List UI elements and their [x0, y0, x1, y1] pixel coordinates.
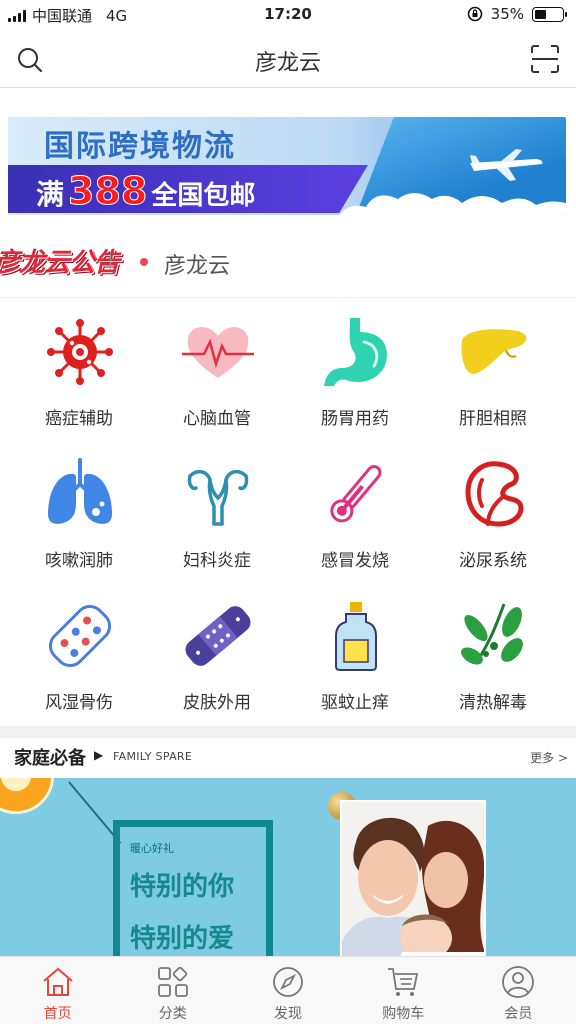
tab-discover[interactable]: 发现 [230, 957, 345, 1024]
status-bar: 中国联通 4G 17:20 35% [0, 0, 576, 30]
liver-icon [461, 329, 527, 374]
category-label: 风湿骨伤 [45, 693, 113, 713]
battery-icon [532, 6, 567, 22]
heart-icon [182, 327, 254, 378]
tab-cart[interactable]: 购物车 [346, 957, 461, 1024]
clouds-decoration [339, 193, 566, 215]
scan-icon[interactable] [530, 44, 560, 74]
stomach-icon [324, 318, 387, 386]
category-label: 心脑血管 [183, 409, 251, 429]
lungs-icon [48, 458, 112, 524]
banner-promo: 满 388 全国包邮 [36, 169, 256, 214]
home-icon [42, 967, 73, 996]
notice-separator [110, 254, 113, 270]
thermometer-icon [330, 465, 382, 523]
category-item[interactable]: 驱蚊止痒 [286, 592, 424, 730]
section-title: 家庭必备 [14, 748, 86, 769]
category-item[interactable]: 妇科炎症 [148, 450, 286, 588]
category-label: 肠胃用药 [321, 409, 389, 429]
category-label: 咳嗽润肺 [45, 551, 113, 571]
banner-line2: 特别的爱 [130, 924, 235, 954]
category-label: 癌症辅助 [45, 409, 113, 429]
banner-caption: 暖心好礼 [130, 842, 174, 855]
category-item[interactable]: 癌症辅助 [10, 308, 148, 446]
pills-icon [48, 604, 112, 668]
uterus-icon [187, 469, 249, 526]
category-item[interactable]: 心脑血管 [148, 308, 286, 446]
category-grid: 癌症辅助 心脑血管 肠胃用药 肝胆相照 咳嗽润肺 妇科炎症 感冒发烧 泌尿系统 … [0, 308, 576, 722]
section-subtitle: FAMILY SPARE [113, 750, 193, 763]
notice-bar[interactable]: 彦龙云公告 彦龙云 [0, 228, 576, 298]
tab-category[interactable]: 分类 [115, 957, 230, 1024]
category-item[interactable]: 泌尿系统 [424, 450, 562, 588]
promo-number: 388 [68, 169, 148, 214]
family-photo-illustration [342, 802, 484, 958]
category-item[interactable]: 皮肤外用 [148, 592, 286, 730]
orientation-lock-icon [467, 6, 482, 22]
category-item[interactable]: 肝胆相照 [424, 308, 562, 446]
kidney-icon [465, 461, 524, 527]
promo-prefix: 满 [36, 178, 65, 211]
category-label: 皮肤外用 [183, 693, 251, 713]
category-item[interactable]: 肠胃用药 [286, 308, 424, 446]
tab-label: 分类 [158, 1006, 187, 1022]
battery-percent: 35% [490, 5, 524, 23]
battery-level [535, 9, 546, 19]
bandage-icon [185, 606, 251, 666]
virus-icon [47, 319, 113, 385]
banner-line1: 特别的你 [130, 872, 235, 902]
more-link[interactable]: 更多 > [530, 749, 568, 766]
notice-text: 彦龙云 [164, 254, 231, 279]
category-label: 妇科炎症 [183, 551, 251, 571]
tab-member[interactable]: 会员 [461, 957, 576, 1024]
cart-icon [388, 968, 419, 996]
promo-suffix: 全国包邮 [151, 181, 256, 211]
category-item[interactable]: 感冒发烧 [286, 450, 424, 588]
tab-home[interactable]: 首页 [0, 957, 115, 1024]
promo-banner[interactable]: 国际跨境物流 满 388 全国包邮 [8, 117, 566, 215]
tab-label: 首页 [43, 1006, 72, 1022]
category-label: 肝胆相照 [459, 409, 527, 429]
category-item[interactable]: 风湿骨伤 [10, 592, 148, 730]
user-icon [502, 966, 535, 998]
page-title: 彦龙云 [254, 51, 321, 76]
airplane-icon [470, 149, 543, 181]
family-banner[interactable]: 暖心好礼 特别的你 特别的爱 [0, 778, 576, 958]
herb-icon [461, 603, 523, 665]
category-label: 驱蚊止痒 [321, 693, 389, 713]
banner-title: 国际跨境物流 [44, 129, 236, 164]
bottom-tab-bar: 首页 分类 发现 购物车 会员 [0, 956, 576, 1024]
top-nav: 彦龙云 [0, 30, 576, 88]
category-item[interactable]: 咳嗽润肺 [10, 450, 148, 588]
tab-label: 会员 [504, 1006, 533, 1022]
family-section-header: 家庭必备 ▶ FAMILY SPARE 更多 > [0, 738, 576, 778]
spray-bottle-icon [335, 602, 377, 671]
tab-label: 发现 [274, 1006, 302, 1022]
section-divider [0, 726, 576, 738]
category-label: 泌尿系统 [459, 551, 527, 571]
notice-logo: 彦龙云公告 [0, 248, 120, 278]
category-label: 感冒发烧 [321, 551, 389, 571]
category-icon [157, 966, 188, 997]
play-arrow-icon: ▶ [94, 748, 104, 762]
tab-label: 购物车 [382, 1006, 425, 1022]
notice-dot [140, 258, 148, 266]
status-right: 35% [467, 5, 567, 23]
compass-icon [273, 967, 303, 997]
category-item[interactable]: 清热解毒 [424, 592, 562, 730]
orange-decoration [0, 778, 54, 814]
category-label: 清热解毒 [459, 693, 527, 713]
family-photo [340, 800, 486, 958]
